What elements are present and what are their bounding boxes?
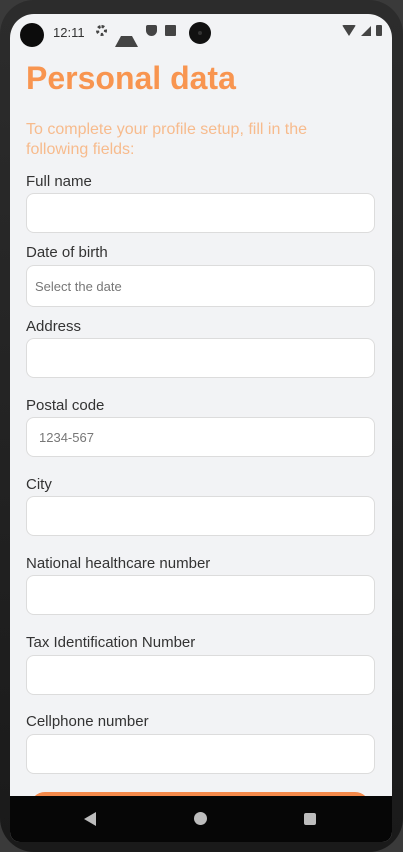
page-title: Personal data bbox=[26, 60, 236, 96]
status-time: 12:11 bbox=[53, 25, 85, 40]
back-icon[interactable] bbox=[84, 812, 96, 826]
healthcare-number-label: National healthcare number bbox=[26, 555, 211, 572]
full-name-input[interactable] bbox=[26, 193, 375, 233]
status-icons bbox=[96, 25, 176, 47]
sd-card-icon bbox=[165, 25, 176, 36]
dob-label: Date of birth bbox=[26, 244, 108, 261]
full-name-label: Full name bbox=[26, 173, 92, 190]
city-label: City bbox=[26, 476, 52, 493]
recents-icon[interactable] bbox=[304, 813, 316, 825]
camera-cutout bbox=[20, 23, 44, 47]
battery-icon bbox=[376, 25, 382, 36]
home-icon[interactable] bbox=[194, 812, 207, 825]
postal-code-label: Postal code bbox=[26, 397, 105, 414]
front-camera bbox=[189, 22, 211, 44]
address-label: Address bbox=[26, 318, 82, 335]
settings-icon bbox=[96, 25, 107, 36]
status-bar: 12:11 bbox=[10, 14, 392, 52]
shield-icon bbox=[146, 25, 157, 36]
wifi-icon bbox=[342, 25, 356, 36]
navigation-bar bbox=[10, 796, 392, 842]
status-right-icons bbox=[342, 25, 382, 36]
address-input[interactable] bbox=[26, 338, 375, 378]
device-frame: 12:11 Personal data To complete your pro… bbox=[0, 0, 403, 852]
signal-icon bbox=[361, 25, 371, 36]
tax-id-input[interactable] bbox=[26, 655, 375, 695]
city-input[interactable] bbox=[26, 496, 375, 536]
notification-a-icon bbox=[115, 25, 138, 47]
tax-id-label: Tax Identification Number bbox=[26, 634, 196, 651]
healthcare-number-input[interactable] bbox=[26, 575, 375, 615]
screen: 12:11 Personal data To complete your pro… bbox=[10, 14, 392, 842]
postal-code-input[interactable] bbox=[26, 417, 375, 457]
page-subtitle: To complete your profile setup, fill in … bbox=[26, 121, 308, 158]
dob-input[interactable] bbox=[26, 265, 375, 307]
cellphone-label: Cellphone number bbox=[26, 713, 149, 730]
cellphone-input[interactable] bbox=[26, 734, 375, 774]
